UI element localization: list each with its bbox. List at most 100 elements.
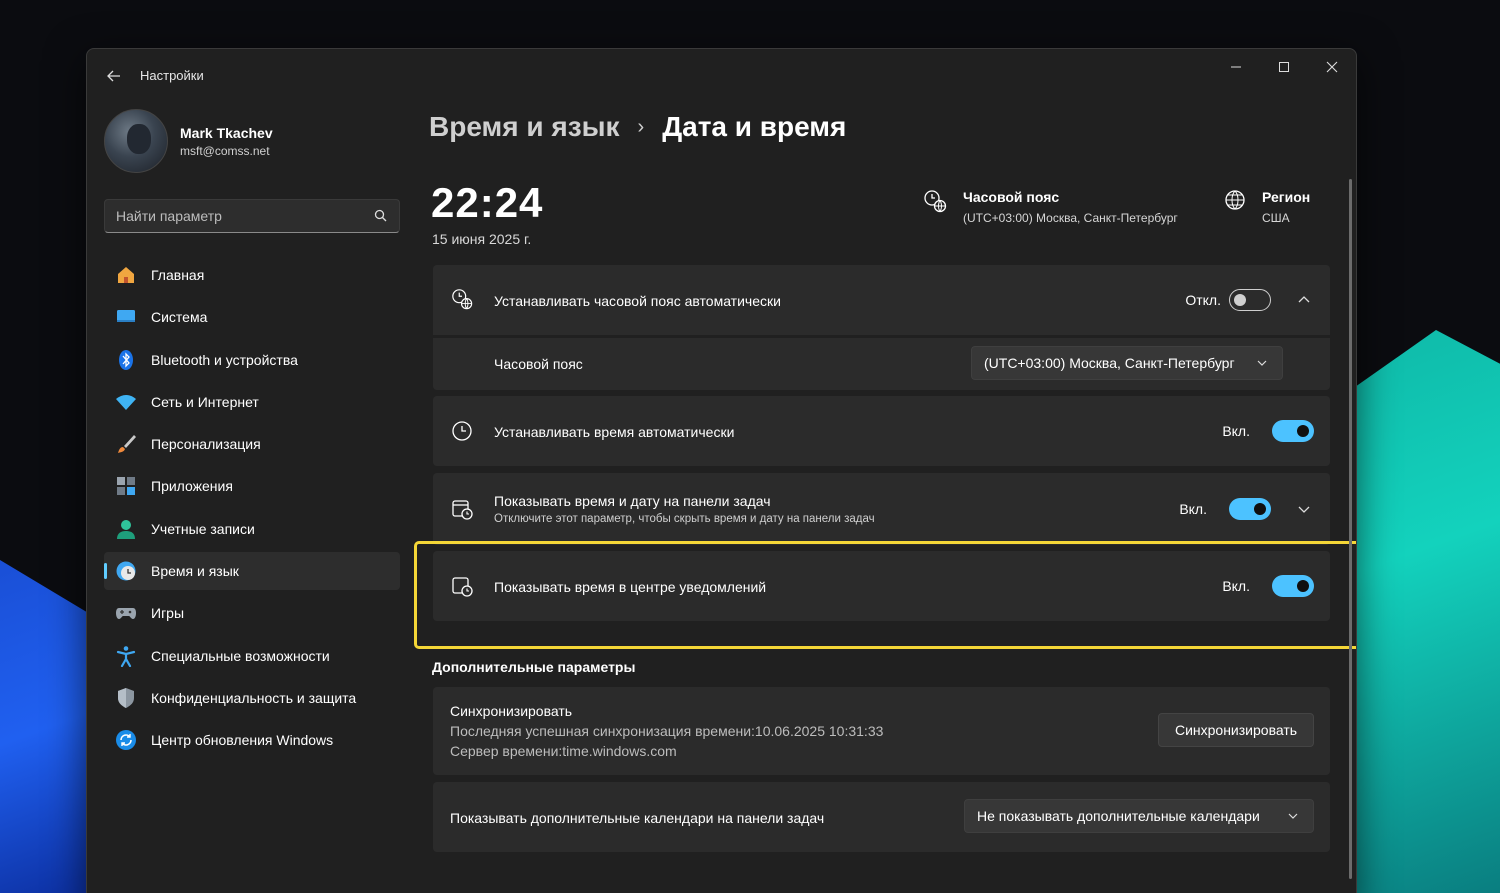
time-server-text: Сервер времени:time.windows.com [450, 743, 677, 759]
account-icon [115, 518, 137, 540]
taskbar-time-description: Отключите этот параметр, чтобы скрыть вр… [494, 513, 875, 525]
notification-time-label: Показывать время в центре уведомлений [494, 579, 767, 595]
auto-time-card[interactable]: Устанавливать время автоматически Вкл. [433, 396, 1330, 466]
sync-title: Синхронизировать [450, 703, 573, 719]
sidebar-item-label: Конфиденциальность и защита [151, 689, 357, 706]
calendars-card: Показывать дополнительные календари на п… [433, 782, 1330, 852]
breadcrumb-parent[interactable]: Время и язык [429, 111, 620, 143]
search-icon[interactable] [373, 208, 389, 224]
app-title: Настройки [140, 68, 204, 83]
arrow-left-icon [107, 70, 120, 82]
update-icon [115, 729, 137, 751]
sidebar-item-label: Специальные возможности [151, 647, 330, 664]
shield-icon [115, 687, 137, 709]
minimize-button[interactable] [1212, 49, 1260, 85]
taskbar-time-state: Вкл. [1179, 501, 1207, 517]
time-language-icon [115, 560, 137, 582]
taskbar-time-toggle-wrap: Вкл. [1179, 498, 1271, 520]
profile-email: msft@comss.net [180, 143, 270, 158]
additional-settings-title: Дополнительные параметры [432, 659, 636, 675]
profile-name: Mark Tkachev [180, 124, 273, 141]
back-button[interactable] [103, 65, 125, 87]
last-sync-text: Последняя успешная синхронизация времени… [450, 723, 884, 739]
sidebar-item-label: Главная [151, 267, 205, 283]
chevron-up-icon[interactable] [1296, 292, 1312, 308]
close-button[interactable] [1308, 49, 1356, 85]
notification-time-card[interactable]: Показывать время в центре уведомлений Вк… [433, 551, 1330, 621]
sidebar-item-personalization[interactable]: Персонализация [104, 425, 400, 463]
sidebar-item-time-language[interactable]: Время и язык [104, 552, 400, 591]
taskbar-time-label: Показывать время и дату на панели задач [494, 493, 771, 509]
auto-time-toggle-wrap: Вкл. [1222, 420, 1314, 442]
sidebar-item-label: Сеть и Интернет [151, 393, 259, 410]
close-icon [1326, 61, 1338, 73]
sidebar-item-windows-update[interactable]: Центр обновления Windows [104, 721, 400, 759]
sidebar-item-system[interactable]: Система [104, 298, 400, 336]
region-summary: Регион США [1224, 189, 1310, 225]
auto-timezone-toggle-wrap: Откл. [1185, 289, 1271, 311]
sidebar-item-bluetooth[interactable]: Bluetooth и устройства [104, 341, 400, 379]
window-controls [1212, 49, 1356, 85]
auto-time-label: Устанавливать время автоматически [494, 424, 735, 440]
sidebar-item-label: Учетные записи [151, 520, 255, 537]
auto-timezone-label: Устанавливать часовой пояс автоматически [494, 293, 781, 309]
current-date: 15 июня 2025 г. [432, 231, 532, 247]
notification-time-state: Вкл. [1222, 578, 1250, 594]
sidebar-item-label: Приложения [151, 478, 233, 495]
user-profile[interactable]: Mark Tkachev msft@comss.net [104, 109, 273, 173]
scrollbar[interactable] [1349, 179, 1352, 879]
calendars-label: Показывать дополнительные календари на п… [450, 810, 825, 826]
taskbar-time-card[interactable]: Показывать время и дату на панели задач … [433, 473, 1330, 545]
auto-timezone-row[interactable]: Устанавливать часовой пояс автоматически… [433, 265, 1330, 335]
region-summary-value: США [1262, 211, 1290, 225]
avatar [104, 109, 168, 173]
globe-clock-icon [452, 289, 473, 310]
sidebar-item-accessibility[interactable]: Специальные возможности [104, 637, 400, 675]
system-icon [115, 306, 137, 328]
sidebar-item-privacy[interactable]: Конфиденциальность и защита [104, 679, 400, 717]
auto-time-toggle[interactable] [1272, 420, 1314, 442]
notification-time-toggle-wrap: Вкл. [1222, 575, 1314, 597]
timezone-dropdown[interactable]: (UTC+03:00) Москва, Санкт-Петербург [971, 346, 1283, 380]
sidebar-item-label: Центр обновления Windows [151, 732, 334, 749]
clock-icon [452, 421, 472, 441]
sidebar-item-label: Игры [151, 605, 185, 622]
title-bar: Настройки [87, 49, 1356, 103]
taskbar-time-toggle[interactable] [1229, 498, 1271, 520]
maximize-button[interactable] [1260, 49, 1308, 85]
notification-clock-icon [452, 577, 473, 597]
region-summary-title: Регион [1262, 189, 1311, 205]
sidebar-item-home[interactable]: Главная [104, 256, 400, 294]
timezone-summary-title: Часовой пояс [963, 189, 1060, 205]
brush-icon [115, 433, 137, 455]
timezone-row: Часовой пояс (UTC+03:00) Москва, Санкт-П… [433, 338, 1330, 390]
search-input[interactable] [105, 200, 355, 232]
auto-timezone-toggle[interactable] [1229, 289, 1271, 311]
timezone-label: Часовой пояс [494, 356, 583, 372]
chevron-down-icon [1288, 813, 1298, 819]
sidebar-item-network[interactable]: Сеть и Интернет [104, 383, 400, 421]
home-icon [115, 264, 137, 286]
wallpaper-right [1340, 330, 1500, 893]
notification-time-toggle[interactable] [1272, 575, 1314, 597]
calendars-dropdown[interactable]: Не показывать дополнительные календари [964, 799, 1314, 833]
gamepad-icon [115, 602, 137, 624]
sidebar-item-accounts[interactable]: Учетные записи [104, 510, 400, 548]
sidebar-item-apps[interactable]: Приложения [104, 467, 400, 505]
timezone-summary-value: (UTC+03:00) Москва, Санкт-Петербург [963, 211, 1178, 225]
timezone-summary: Часовой пояс (UTC+03:00) Москва, Санкт-П… [923, 189, 1178, 225]
sidebar-item-label: Время и язык [151, 563, 239, 580]
search-box [104, 199, 400, 233]
auto-timezone-state: Откл. [1185, 292, 1221, 308]
chevron-down-icon[interactable] [1296, 501, 1312, 517]
settings-window: Настройки Mark Tkachev msft@comss.net На… [86, 48, 1357, 893]
timezone-dropdown-value: (UTC+03:00) Москва, Санкт-Петербург [984, 355, 1235, 371]
sync-button[interactable]: Синхронизировать [1158, 713, 1314, 747]
auto-time-state: Вкл. [1222, 423, 1250, 439]
globe-clock-icon [924, 190, 947, 213]
calendar-clock-icon [452, 500, 473, 520]
sidebar-item-gaming[interactable]: Игры [104, 594, 400, 632]
minimize-icon [1231, 66, 1241, 68]
sidebar-nav: Главная Система Bluetooth и устройства С… [104, 256, 400, 764]
sidebar-item-label: Система [151, 309, 208, 326]
